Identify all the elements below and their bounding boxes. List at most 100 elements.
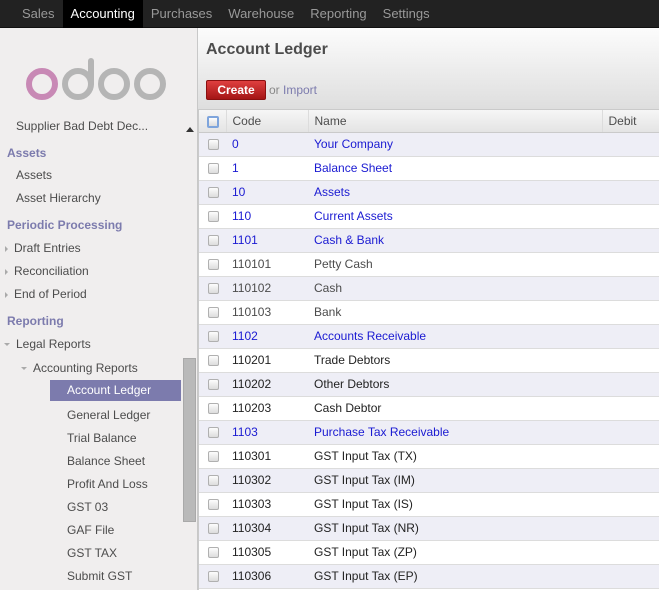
sidebar-item-trial-balance[interactable]: Trial Balance <box>67 431 137 445</box>
cell-code[interactable]: 1102 <box>226 324 308 349</box>
sidebar-item-gst-tax[interactable]: GST TAX <box>67 546 117 560</box>
cell-name[interactable]: GST Input Tax (ZP) <box>308 540 602 565</box>
table-row[interactable]: 110Current Assets2 <box>199 204 659 229</box>
cell-code[interactable]: 110301 <box>226 444 308 469</box>
row-checkbox[interactable] <box>208 235 219 247</box>
cell-code[interactable]: 110203 <box>226 396 308 421</box>
cell-code[interactable]: 110306 <box>226 564 308 589</box>
sidebar-item-profit-and-loss[interactable]: Profit And Loss <box>67 477 148 491</box>
cell-code[interactable]: 110302 <box>226 468 308 493</box>
menu-item-accounting[interactable]: Accounting <box>62 0 143 28</box>
cell-name[interactable]: GST Input Tax (TX) <box>308 444 602 469</box>
table-row[interactable]: 110302 GST Input Tax (IM) <box>199 468 659 493</box>
row-checkbox[interactable] <box>208 307 219 319</box>
column-header-name[interactable]: Name <box>308 110 603 133</box>
cell-name[interactable]: Bank <box>308 300 602 325</box>
sidebar-item-gaf-file[interactable]: GAF File <box>67 523 114 537</box>
row-checkbox[interactable] <box>208 139 219 151</box>
row-checkbox[interactable] <box>208 355 219 367</box>
table-row[interactable]: 110304 GST Input Tax (NR) <box>199 516 659 541</box>
cell-name[interactable]: GST Input Tax (EP) <box>308 564 602 589</box>
cell-name[interactable]: GST Input Tax (IS) <box>308 492 602 517</box>
table-row[interactable]: 110303 GST Input Tax (IS) <box>199 492 659 517</box>
table-row[interactable]: 110103 Bank <box>199 300 659 325</box>
sidebar-item-account-ledger[interactable]: Account Ledger <box>50 380 181 401</box>
import-link[interactable]: Import <box>283 83 317 97</box>
sidebar-item-gst-03[interactable]: GST 03 <box>67 500 108 514</box>
column-header-code[interactable]: Code <box>226 110 309 133</box>
table-row[interactable]: 0Your Company4 <box>199 132 659 157</box>
cell-name[interactable]: Current Assets <box>308 204 602 229</box>
table-row[interactable]: 1103 Purchase Tax Receivable <box>199 420 659 445</box>
cell-name[interactable]: Trade Debtors <box>308 348 602 373</box>
cell-name[interactable]: Cash <box>308 276 602 301</box>
table-row[interactable]: 110201Trade Debtors1 <box>199 348 659 373</box>
cell-code[interactable]: 110 <box>226 204 308 229</box>
sidebar-item-end-of-period[interactable]: End of Period <box>5 287 87 301</box>
sidebar-item-assets[interactable]: Assets <box>16 168 52 182</box>
cell-code[interactable]: 1101 <box>226 228 308 253</box>
cell-code[interactable]: 0 <box>226 132 308 157</box>
sidebar-item-reconciliation[interactable]: Reconciliation <box>5 264 89 278</box>
table-row[interactable]: 1Balance Sheet2 <box>199 156 659 181</box>
select-all-checkbox[interactable] <box>207 115 219 128</box>
sidebar-item-balance-sheet[interactable]: Balance Sheet <box>67 454 145 468</box>
cell-name[interactable]: GST Input Tax (NR) <box>308 516 602 541</box>
table-row[interactable]: 10Assets2 <box>199 180 659 205</box>
cell-code[interactable]: 110201 <box>226 348 308 373</box>
cell-name[interactable]: GST Input Tax (IM) <box>308 468 602 493</box>
cell-code[interactable]: 110303 <box>226 492 308 517</box>
cell-name[interactable]: Cash & Bank <box>308 228 602 253</box>
cell-name[interactable]: Other Debtors <box>308 372 602 397</box>
menu-item-warehouse[interactable]: Warehouse <box>220 0 302 28</box>
cell-code[interactable]: 110202 <box>226 372 308 397</box>
cell-code[interactable]: 110101 <box>226 252 308 277</box>
row-checkbox[interactable] <box>208 259 219 271</box>
row-checkbox[interactable] <box>208 187 219 199</box>
menu-item-sales[interactable]: Sales <box>14 0 63 28</box>
sidebar-item-asset-hierarchy[interactable]: Asset Hierarchy <box>16 191 101 205</box>
table-row[interactable]: 110202 Other Debtors <box>199 372 659 397</box>
row-checkbox[interactable] <box>208 451 219 463</box>
sidebar-item-accounting-reports[interactable]: Accounting Reports <box>21 361 138 375</box>
odoo-logo[interactable] <box>22 58 172 102</box>
table-row[interactable]: 110203 Cash Debtor <box>199 396 659 421</box>
cell-code[interactable]: 10 <box>226 180 308 205</box>
table-row[interactable]: 1101 Cash & Bank <box>199 228 659 253</box>
sidebar-item-submit-gst[interactable]: Submit GST <box>67 569 132 583</box>
sidebar-item-general-ledger[interactable]: General Ledger <box>67 408 150 422</box>
menu-item-purchases[interactable]: Purchases <box>143 0 220 28</box>
scroll-up-arrow-icon[interactable] <box>186 127 194 132</box>
table-row[interactable]: 110301 GST Input Tax (TX) <box>199 444 659 469</box>
sidebar-item-supplier-bad-debt[interactable]: Supplier Bad Debt Dec... <box>16 119 148 133</box>
sidebar-scrollbar-thumb[interactable] <box>183 358 196 522</box>
cell-name[interactable]: Balance Sheet <box>308 156 602 181</box>
cell-name[interactable]: Accounts Receivable <box>308 324 602 349</box>
cell-code[interactable]: 110305 <box>226 540 308 565</box>
row-checkbox[interactable] <box>208 475 219 487</box>
table-row[interactable]: 110102 Cash <box>199 276 659 301</box>
cell-name[interactable]: Assets <box>308 180 602 205</box>
cell-code[interactable]: 1 <box>226 156 308 181</box>
row-checkbox[interactable] <box>208 211 219 223</box>
row-checkbox[interactable] <box>208 571 219 583</box>
row-checkbox[interactable] <box>208 499 219 511</box>
row-checkbox[interactable] <box>208 163 219 175</box>
row-checkbox[interactable] <box>208 403 219 415</box>
table-row[interactable]: 110101 Petty Cash <box>199 252 659 277</box>
row-checkbox[interactable] <box>208 547 219 559</box>
row-checkbox[interactable] <box>208 523 219 535</box>
row-checkbox[interactable] <box>208 331 219 343</box>
table-row[interactable]: 110305 GST Input Tax (ZP) <box>199 540 659 565</box>
menu-item-settings[interactable]: Settings <box>375 0 438 28</box>
table-row[interactable]: 110306 GST Input Tax (EP) <box>199 564 659 589</box>
row-checkbox[interactable] <box>208 283 219 295</box>
row-checkbox[interactable] <box>208 427 219 439</box>
cell-code[interactable]: 110304 <box>226 516 308 541</box>
cell-name[interactable]: Cash Debtor <box>308 396 602 421</box>
cell-name[interactable]: Purchase Tax Receivable <box>308 420 602 445</box>
row-checkbox[interactable] <box>208 379 219 391</box>
cell-code[interactable]: 110103 <box>226 300 308 325</box>
column-header-debit[interactable]: Debit <box>602 110 659 133</box>
sidebar-item-legal-reports[interactable]: Legal Reports <box>4 337 91 351</box>
